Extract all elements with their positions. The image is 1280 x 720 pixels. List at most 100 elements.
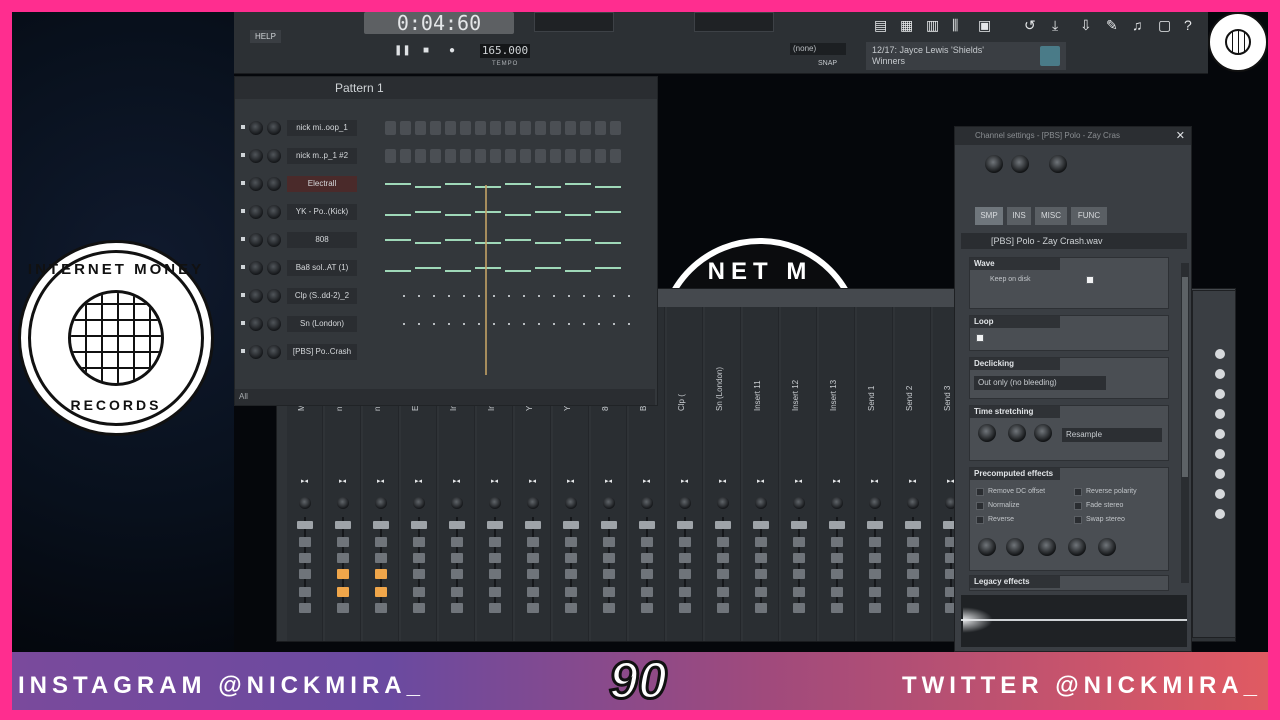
fade-stereo-checkbox[interactable] (1074, 502, 1082, 510)
mixer-strip-button[interactable] (413, 537, 425, 547)
channel-row[interactable]: nick m..p_1 #2 (235, 145, 655, 167)
mixer-strip-button[interactable] (641, 569, 653, 579)
sample-waveform[interactable] (961, 595, 1187, 647)
mixer-pan-knob[interactable] (603, 497, 615, 509)
mixer-pan-knob[interactable] (793, 497, 805, 509)
channel-led[interactable] (241, 153, 245, 157)
mixer-pan-knob[interactable] (717, 497, 729, 509)
stretch-mode-select[interactable]: Resample (1062, 428, 1162, 442)
mixer-strip[interactable]: Insert 12 ▸◂ (781, 307, 817, 641)
step-button[interactable] (445, 149, 456, 163)
mixer-strip-button[interactable] (337, 587, 349, 597)
mixer-fader[interactable] (563, 521, 579, 529)
mixer-strip-button[interactable] (565, 553, 577, 563)
mixer-fader[interactable] (715, 521, 731, 529)
channel-pan-knob[interactable] (249, 121, 263, 135)
mixer-fader[interactable] (905, 521, 921, 529)
route-arrow-icon[interactable]: ▸◂ (491, 477, 499, 485)
insert-slot-button[interactable] (1215, 389, 1225, 399)
mixer-fader[interactable] (297, 521, 313, 529)
channel-row[interactable]: Ba8 sol..AT (1) (235, 257, 655, 279)
mixer-fader[interactable] (487, 521, 503, 529)
mixer-strip-button[interactable] (755, 553, 767, 563)
channel-name[interactable]: YK - Po..(Kick) (287, 204, 357, 220)
step-button[interactable] (460, 149, 471, 163)
mixer-pan-knob[interactable] (565, 497, 577, 509)
channel-volume-knob[interactable] (267, 233, 281, 247)
mixer-pan-knob[interactable] (451, 497, 463, 509)
step-button[interactable] (445, 121, 456, 135)
channel-led[interactable] (241, 349, 245, 353)
mixer-strip-button[interactable] (907, 587, 919, 597)
mixer-strip-button[interactable] (451, 569, 463, 579)
mic-icon[interactable]: ♫ (1132, 18, 1143, 32)
channel-pan-knob[interactable] (249, 149, 263, 163)
remove-dc-checkbox[interactable] (976, 488, 984, 496)
mixer-strip-button[interactable] (299, 553, 311, 563)
mixer-strip-button[interactable] (413, 587, 425, 597)
channel-volume-knob[interactable] (267, 205, 281, 219)
mixer-strip-button[interactable] (337, 537, 349, 547)
channel-volume-knob[interactable] (267, 317, 281, 331)
mixer-strip-button[interactable] (603, 553, 615, 563)
mixer-pan-knob[interactable] (299, 497, 311, 509)
mixer-strip[interactable]: Send 1 ▸◂ (857, 307, 893, 641)
tempo-display[interactable]: 165.000 (480, 44, 530, 58)
step-button[interactable] (520, 121, 531, 135)
mixer-strip-button[interactable] (793, 587, 805, 597)
mixer-pan-knob[interactable] (489, 497, 501, 509)
tab-ins[interactable]: INS (1007, 207, 1031, 225)
step-button[interactable] (535, 149, 546, 163)
route-arrow-icon[interactable]: ▸◂ (795, 477, 803, 485)
piano-roll-icon[interactable]: ▦ (900, 18, 913, 32)
fx-crf-knob[interactable] (1068, 538, 1086, 556)
render-icon[interactable]: ⇩ (1080, 18, 1092, 32)
tab-smp[interactable]: SMP (975, 207, 1003, 225)
mixer-strip-button[interactable] (413, 553, 425, 563)
channel-led[interactable] (241, 237, 245, 241)
step-button[interactable] (550, 149, 561, 163)
mixer-fader[interactable] (867, 521, 883, 529)
fx-out-knob[interactable] (1006, 538, 1024, 556)
mixer-strip-button[interactable] (869, 553, 881, 563)
close-icon[interactable]: ✕ (1176, 129, 1185, 142)
step-button[interactable] (610, 121, 621, 135)
channel-name[interactable]: 808 (287, 232, 357, 248)
mixer-strip-button[interactable] (299, 603, 311, 613)
menu-help[interactable]: HELP (250, 30, 281, 43)
step-button[interactable] (415, 121, 426, 135)
keep-on-disk-checkbox[interactable] (1086, 276, 1094, 284)
route-arrow-icon[interactable]: ▸◂ (605, 477, 613, 485)
fx-tone-knob[interactable] (1038, 538, 1056, 556)
mixer-strip-button[interactable] (565, 587, 577, 597)
mixer-strip[interactable]: Clp (▸◂ (667, 307, 703, 641)
channel-rack-icon[interactable]: ▥ (926, 18, 939, 32)
step-button[interactable] (580, 121, 591, 135)
mixer-pan-knob[interactable] (641, 497, 653, 509)
mixer-strip-button[interactable] (489, 553, 501, 563)
sample-selector[interactable]: [PBS] Polo - Zay Crash.wav (961, 233, 1187, 249)
channel-pan-knob[interactable] (249, 289, 263, 303)
mixer-pan-knob[interactable] (375, 497, 387, 509)
mixer-strip-button[interactable] (793, 569, 805, 579)
mixer-icon[interactable]: ⫼ (952, 18, 958, 32)
channel-volume-knob[interactable] (267, 121, 281, 135)
channel-row[interactable]: Clp (S..dd-2)_2 (235, 285, 655, 307)
route-arrow-icon[interactable]: ▸◂ (567, 477, 575, 485)
step-button[interactable] (505, 121, 516, 135)
insert-slot-button[interactable] (1215, 469, 1225, 479)
download-icon[interactable]: ⤓ (1052, 18, 1058, 32)
mixer-strip[interactable]: Send 2 ▸◂ (895, 307, 931, 641)
step-button[interactable] (565, 149, 576, 163)
mixer-pan-knob[interactable] (869, 497, 881, 509)
mixer-strip-button[interactable] (565, 537, 577, 547)
route-arrow-icon[interactable]: ▸◂ (377, 477, 385, 485)
mixer-pan-knob[interactable] (831, 497, 843, 509)
channel-pan-knob[interactable] (249, 317, 263, 331)
mixer-strip-button[interactable] (527, 587, 539, 597)
insert-slot-button[interactable] (1215, 449, 1225, 459)
channel-settings-scrollbar[interactable] (1181, 263, 1189, 583)
playlist-icon[interactable]: ▤ (874, 18, 887, 32)
stop-icon[interactable]: ■ (420, 45, 432, 57)
mixer-fader[interactable] (639, 521, 655, 529)
